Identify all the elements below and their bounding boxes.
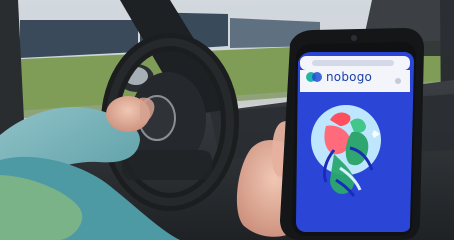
app-brand: nobogo xyxy=(306,70,372,84)
nobogo-logo-icon xyxy=(306,72,322,82)
photo-scene: nobogo xyxy=(0,0,454,240)
solar-panels-left xyxy=(20,20,138,58)
logo-circle-blue xyxy=(312,72,322,82)
brand-name: nobogo xyxy=(326,70,373,84)
phone-app-screen: nobogo xyxy=(296,60,411,232)
